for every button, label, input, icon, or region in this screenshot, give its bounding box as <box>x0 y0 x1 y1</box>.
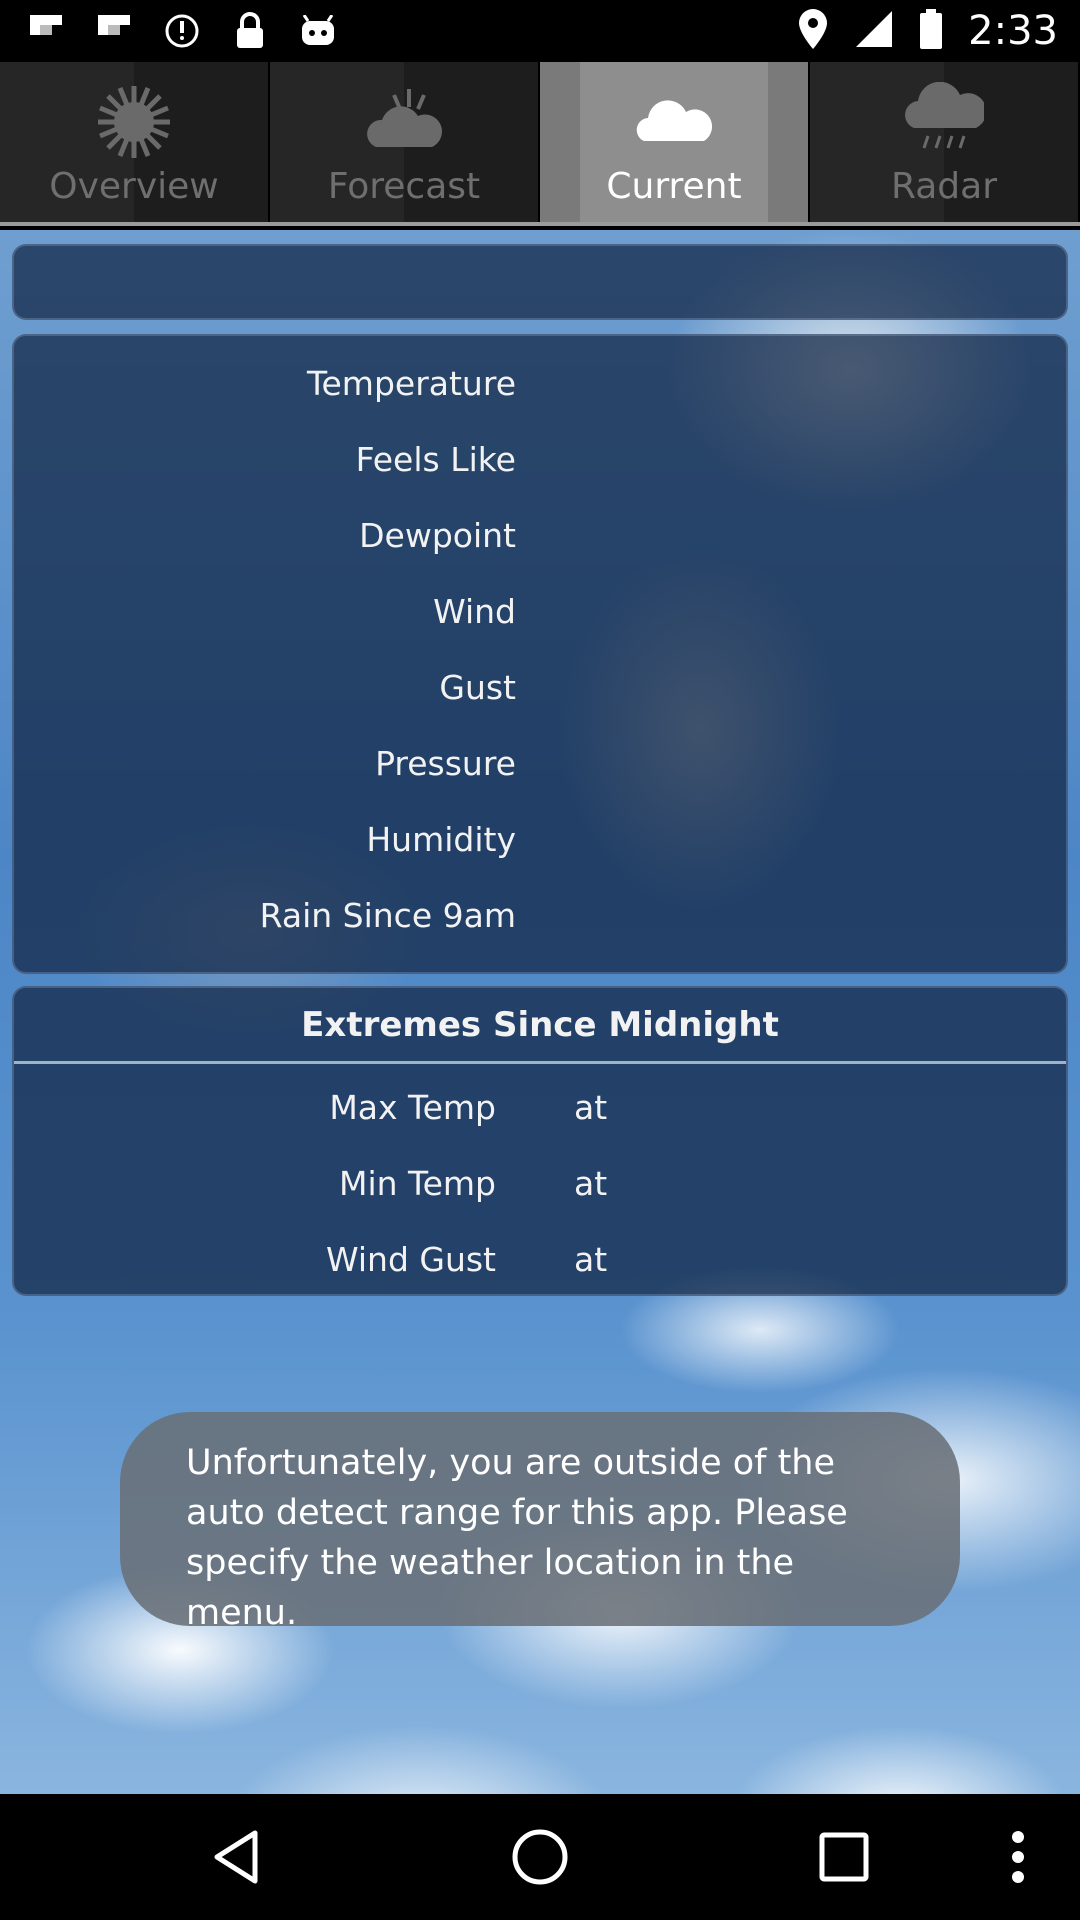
gust-label: Gust <box>439 668 516 707</box>
cloud-icon <box>634 82 714 162</box>
wind-label: Wind <box>433 592 516 631</box>
partly-cloudy-icon <box>364 82 444 162</box>
navigation-bar <box>0 1794 1080 1920</box>
lock-icon <box>230 12 270 50</box>
tab-overview[interactable]: Overview <box>0 62 270 222</box>
status-time: 2:33 <box>968 8 1058 54</box>
tab-bar: Overview Forecast Current Radar <box>0 62 1080 226</box>
feels-like-label: Feels Like <box>355 440 516 479</box>
extremes-title: Extremes Since Midnight <box>14 988 1066 1064</box>
rain-cloud-icon <box>904 82 984 162</box>
wind-gust-label: Wind Gust <box>325 1240 496 1279</box>
location-header-panel <box>12 244 1068 320</box>
min-temp-label: Min Temp <box>339 1164 496 1203</box>
tab-label: Forecast <box>327 166 481 207</box>
max-temp-label: Max Temp <box>329 1088 496 1127</box>
sun-icon <box>94 82 174 162</box>
tab-label: Radar <box>891 166 997 207</box>
rain-since-9am-label: Rain Since 9am <box>259 896 516 935</box>
android-icon <box>298 12 338 50</box>
extremes-panel: Extremes Since Midnight Max Temp at Min … <box>12 986 1068 1296</box>
tab-current[interactable]: Current <box>540 62 810 222</box>
tab-radar[interactable]: Radar <box>810 62 1080 222</box>
tab-forecast[interactable]: Forecast <box>270 62 540 222</box>
max-temp-at: at <box>574 1088 608 1127</box>
battery-icon <box>920 9 943 53</box>
tab-label: Overview <box>49 166 219 207</box>
toast-message: Unfortunately, you are outside of the au… <box>120 1412 960 1633</box>
recents-icon[interactable] <box>804 1822 884 1892</box>
wind-gust-at: at <box>574 1240 608 1279</box>
location-icon <box>798 9 828 53</box>
home-icon[interactable] <box>500 1822 580 1892</box>
tab-label: Current <box>606 166 742 207</box>
more-options-icon[interactable] <box>988 1822 1048 1892</box>
humidity-label: Humidity <box>366 820 516 859</box>
flipboard-icon <box>94 12 134 50</box>
flipboard-icon <box>26 12 66 50</box>
back-icon[interactable] <box>196 1822 276 1892</box>
status-bar: 2:33 <box>0 0 1080 62</box>
pressure-label: Pressure <box>375 744 516 783</box>
alarm-icon <box>162 12 202 50</box>
temperature-label: Temperature <box>306 364 516 403</box>
signal-icon <box>854 9 894 53</box>
current-conditions-panel: Temperature Feels Like Dewpoint Wind Gus… <box>12 334 1068 974</box>
min-temp-at: at <box>574 1164 608 1203</box>
dewpoint-label: Dewpoint <box>359 516 516 555</box>
